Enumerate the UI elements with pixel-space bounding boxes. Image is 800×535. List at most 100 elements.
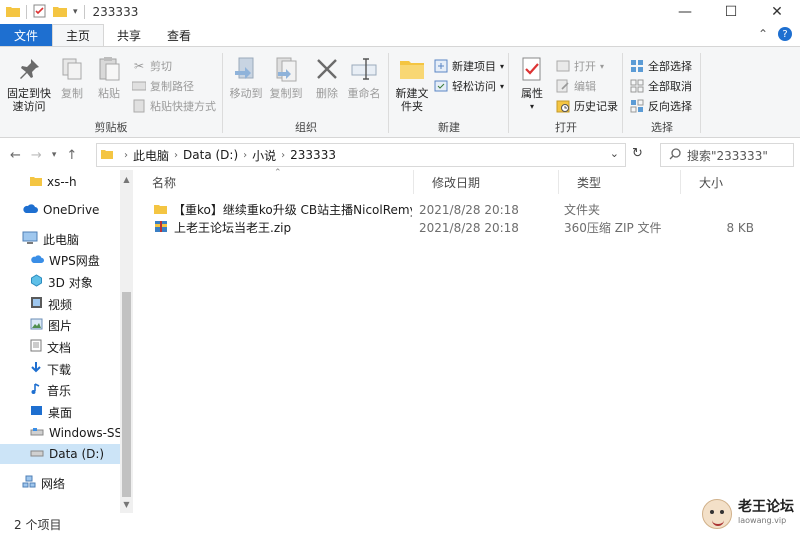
cloud-icon xyxy=(22,203,38,217)
chevron-down-icon: ▾ xyxy=(600,61,605,71)
search-input[interactable]: 搜索"233333" xyxy=(687,147,768,164)
copy-to-button[interactable]: 复制到 xyxy=(266,55,306,100)
ribbon: 固定到快速访问 复制 粘贴 ✂ 剪切 复制路径 粘贴快捷方式 剪贴板 移动到 复… xyxy=(0,46,800,138)
customize-dropdown-icon[interactable]: ▾ xyxy=(73,7,78,17)
chevron-down-icon: ▾ xyxy=(500,81,505,91)
rename-button[interactable]: 重命名 xyxy=(346,55,382,100)
new-folder-button[interactable]: 新建文件夹 xyxy=(392,55,432,113)
delete-button[interactable]: 删除 xyxy=(312,55,342,100)
sidebar-item-network[interactable]: 网络 xyxy=(0,473,120,493)
column-header-size[interactable]: 大小 xyxy=(681,170,763,194)
open-group-label: 打开 xyxy=(555,121,577,134)
forward-arrow-icon[interactable]: → xyxy=(31,148,42,163)
tab-home[interactable]: 主页 xyxy=(52,24,105,46)
sidebar-item-documents[interactable]: 文档 xyxy=(0,337,120,357)
invert-selection-button[interactable]: 反向选择 xyxy=(630,97,692,115)
tab-view[interactable]: 查看 xyxy=(154,24,204,46)
edit-button[interactable]: 编辑 xyxy=(556,77,596,95)
watermark-logo: 老王论坛 laowang.vip xyxy=(702,499,794,529)
tab-share[interactable]: 共享 xyxy=(104,24,154,46)
open-button[interactable]: 打开 ▾ xyxy=(556,57,604,75)
file-type-cell: 360压缩 ZIP 文件 xyxy=(564,221,662,235)
copy-button[interactable]: 复制 xyxy=(56,55,88,100)
breadcrumb-data-drive[interactable]: Data (D:) xyxy=(183,148,238,162)
refresh-icon[interactable]: ↻ xyxy=(632,146,643,161)
recent-locations-chevron-icon[interactable]: ▾ xyxy=(52,150,57,160)
scissors-icon: ✂ xyxy=(133,59,145,73)
mascot-face-icon xyxy=(702,499,732,529)
file-size-cell xyxy=(684,200,754,219)
sidebar-item-desktop[interactable]: 桌面 xyxy=(0,402,120,422)
copy-icon xyxy=(58,55,86,83)
paste-shortcut-button[interactable]: 粘贴快捷方式 xyxy=(132,97,216,115)
properties-check-icon[interactable] xyxy=(33,4,47,21)
address-bar[interactable]: › 此电脑 › Data (D:) › 小说 › 233333 ⌄ xyxy=(96,143,626,167)
help-icon[interactable]: ? xyxy=(778,27,792,41)
new-folder-quick-icon[interactable] xyxy=(53,5,67,20)
chevron-down-icon: ▾ xyxy=(500,61,505,71)
sidebar-item-windows-ssd[interactable]: Windows-SSD xyxy=(0,423,120,443)
copy-label: 复制 xyxy=(61,87,83,100)
sidebar-item-onedrive[interactable]: OneDrive xyxy=(0,200,120,220)
ribbon-tabs: 文件 主页 共享 查看 ⌃ ? xyxy=(0,24,800,46)
collapse-ribbon-icon[interactable]: ⌃ xyxy=(758,27,768,41)
breadcrumb-novels[interactable]: 小说 xyxy=(252,147,276,164)
easy-access-icon xyxy=(434,79,448,93)
sidebar-item-this-pc[interactable]: 此电脑 xyxy=(0,229,120,249)
breadcrumb-this-pc[interactable]: 此电脑 xyxy=(133,147,169,164)
select-none-button[interactable]: 全部取消 xyxy=(630,77,692,95)
close-button[interactable]: ✕ xyxy=(754,0,800,24)
properties-icon xyxy=(518,55,546,83)
sidebar-item-downloads[interactable]: 下载 xyxy=(0,359,120,379)
column-header-type[interactable]: 类型 xyxy=(559,170,681,194)
sidebar-item-3d-objects[interactable]: 3D 对象 xyxy=(0,272,120,292)
copy-path-button[interactable]: 复制路径 xyxy=(132,77,194,95)
address-dropdown-icon[interactable]: ⌄ xyxy=(610,147,619,160)
chevron-down-icon: ▾ xyxy=(529,102,534,111)
sidebar-scrollbar[interactable]: ▲ ▼ xyxy=(120,170,133,513)
network-icon xyxy=(22,475,36,491)
paste-shortcut-icon xyxy=(132,99,146,113)
maximize-button[interactable]: ☐ xyxy=(708,0,754,24)
invert-selection-icon xyxy=(630,99,644,113)
pin-quick-access-button[interactable]: 固定到快速访问 xyxy=(4,55,54,113)
properties-button[interactable]: 属性 ▾ xyxy=(514,55,550,113)
minimize-button[interactable]: — xyxy=(662,0,708,24)
file-type-cell: 文件夹 xyxy=(564,203,601,217)
new-item-button[interactable]: 新建项目 ▾ xyxy=(434,57,504,75)
clipboard-group-label: 剪贴板 xyxy=(94,121,128,134)
column-header-modified[interactable]: 修改日期 xyxy=(414,170,559,194)
sidebar-item-xs-h[interactable]: xs--h xyxy=(0,172,120,192)
select-group-label: 选择 xyxy=(651,121,673,134)
easy-access-button[interactable]: 轻松访问 ▾ xyxy=(434,77,504,95)
up-arrow-icon[interactable]: ↑ xyxy=(66,148,77,163)
move-to-button[interactable]: 移动到 xyxy=(226,55,266,100)
column-header-name[interactable]: 名称 xyxy=(134,170,414,194)
select-group: 全部选择 全部取消 反向选择 选择 xyxy=(624,51,700,135)
back-arrow-icon[interactable]: ← xyxy=(10,148,21,163)
document-icon xyxy=(30,339,42,355)
sidebar-item-music[interactable]: 音乐 xyxy=(0,380,120,400)
sidebar-item-videos[interactable]: 视频 xyxy=(0,294,120,314)
select-all-button[interactable]: 全部选择 xyxy=(630,57,692,75)
scrollbar-thumb[interactable] xyxy=(122,292,131,497)
scroll-down-icon[interactable]: ▼ xyxy=(120,497,133,511)
new-group-label: 新建 xyxy=(438,121,460,134)
search-box[interactable]: 搜索"233333" xyxy=(660,143,794,167)
paste-button[interactable]: 粘贴 xyxy=(92,55,126,100)
history-button[interactable]: 历史记录 xyxy=(556,97,618,115)
cut-button[interactable]: ✂ 剪切 xyxy=(132,57,172,75)
file-name-cell: 【重ko】继续重ko升级 CB站主播NicolRemy ... xyxy=(154,200,412,219)
scroll-up-icon[interactable]: ▲ xyxy=(120,172,133,186)
folder-icon xyxy=(6,5,20,20)
sidebar-item-data-drive[interactable]: Data (D:) xyxy=(0,444,120,464)
table-row[interactable]: 【重ko】继续重ko升级 CB站主播NicolRemy ... 2021/8/2… xyxy=(134,200,800,219)
table-row[interactable]: 上老王论坛当老王.zip 2021/8/28 20:18 360压缩 ZIP 文… xyxy=(134,218,800,237)
sidebar-item-wps-drive[interactable]: WPS网盘 xyxy=(0,250,120,270)
tab-file[interactable]: 文件 xyxy=(0,24,53,46)
breadcrumb-current[interactable]: 233333 xyxy=(290,148,336,162)
music-icon xyxy=(30,382,42,398)
sidebar-item-pictures[interactable]: 图片 xyxy=(0,315,120,335)
paste-icon xyxy=(95,55,123,83)
zip-archive-icon xyxy=(154,220,168,236)
